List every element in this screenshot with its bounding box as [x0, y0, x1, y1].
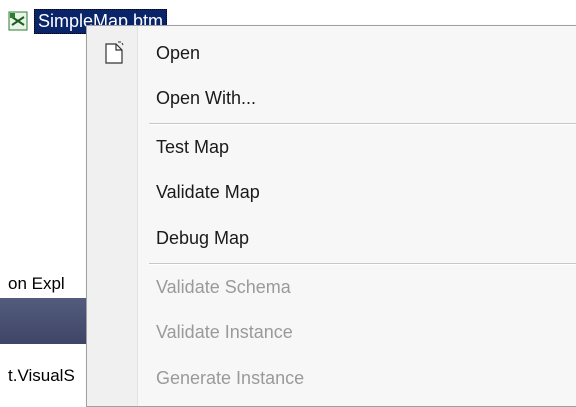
menu-item-open-with[interactable]: Open With...	[87, 80, 576, 116]
solution-explorer-item[interactable]: t.VisualS	[8, 366, 75, 386]
menu-item-label: Open With...	[156, 88, 257, 108]
menu-item-validate-schema[interactable]: Validate Schema	[87, 269, 576, 305]
open-document-icon	[105, 41, 124, 64]
menu-item-validate-instance[interactable]: Validate Instance	[87, 314, 576, 350]
map-file-icon	[8, 11, 28, 31]
menu-item-label: Test Map	[156, 137, 230, 157]
menu-item-generate-instance[interactable]: Generate Instance	[87, 360, 576, 396]
menu-item-debug-map[interactable]: Debug Map	[87, 220, 576, 256]
menu-item-label: Generate Instance	[156, 368, 305, 388]
menu-separator	[149, 263, 576, 265]
menu-item-validate-map[interactable]: Validate Map	[87, 174, 576, 210]
menu-item-label: Validate Map	[156, 182, 260, 202]
context-menu: Open Open With... Test Map Validate Map …	[86, 25, 576, 407]
menu-item-label: Debug Map	[156, 228, 250, 248]
menu-item-open[interactable]: Open	[87, 35, 576, 71]
menu-item-test-map[interactable]: Test Map	[87, 129, 576, 165]
solution-explorer-title: on Expl	[8, 274, 65, 293]
menu-separator	[149, 123, 576, 125]
menu-item-label: Validate Schema	[156, 277, 291, 297]
menu-item-label: Open	[156, 43, 201, 63]
menu-item-label: Validate Instance	[156, 322, 293, 342]
